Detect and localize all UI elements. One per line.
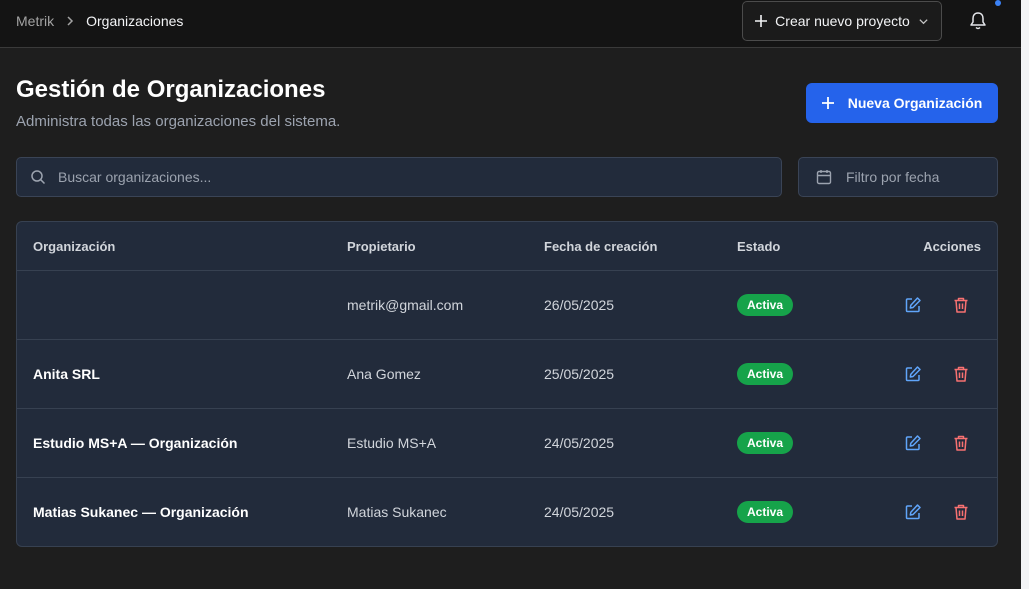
top-bar: Metrik Organizaciones Crear nuevo proyec… (0, 0, 1021, 48)
edit-icon[interactable] (904, 434, 922, 452)
search-input[interactable] (58, 169, 781, 185)
organization-name: Anita SRL (33, 366, 100, 382)
breadcrumb-root-link[interactable]: Metrik (16, 13, 54, 29)
date-cell: 24/05/2025 (544, 504, 615, 520)
trash-icon[interactable] (952, 434, 970, 452)
chevron-right-icon (64, 15, 76, 27)
date-cell: 25/05/2025 (544, 366, 615, 382)
status-badge: Activa (737, 501, 794, 523)
date-cell: 24/05/2025 (544, 435, 615, 451)
column-header-owner: Propietario (347, 239, 416, 254)
date-filter-input[interactable] (846, 169, 997, 185)
table-row: Matias Sukanec — Organización Matias Suk… (17, 478, 997, 546)
table-row: metrik@gmail.com 26/05/2025 Activa (17, 271, 997, 340)
status-badge: Activa (737, 432, 794, 454)
status-badge: Activa (737, 363, 794, 385)
chevron-down-icon (918, 16, 929, 27)
table-header: Organización Propietario Fecha de creaci… (17, 222, 997, 271)
table-row: Estudio MS+A — Organización Estudio MS+A… (17, 409, 997, 478)
plus-icon (821, 97, 834, 109)
notification-dot (995, 0, 1001, 6)
bell-icon[interactable] (969, 11, 987, 31)
owner-cell: Matias Sukanec (347, 504, 447, 520)
date-filter[interactable] (798, 157, 998, 197)
column-header-actions: Acciones (923, 239, 981, 254)
new-organization-label: Nueva Organización (847, 95, 983, 111)
plus-icon (755, 15, 768, 27)
page-subtitle: Administra todas las organizaciones del … (16, 113, 341, 130)
edit-icon[interactable] (904, 503, 922, 521)
owner-cell: metrik@gmail.com (347, 297, 464, 313)
column-header-organization: Organización (33, 239, 116, 254)
organizations-table: Organización Propietario Fecha de creaci… (16, 221, 998, 547)
status-badge: Activa (737, 294, 794, 316)
breadcrumb: Metrik Organizaciones (16, 13, 183, 29)
owner-cell: Estudio MS+A (347, 435, 437, 451)
table-row: Anita SRL Ana Gomez 25/05/2025 Activa (17, 340, 997, 409)
column-header-status: Estado (737, 239, 781, 254)
create-project-button[interactable]: Crear nuevo proyecto (742, 1, 942, 41)
date-cell: 26/05/2025 (544, 297, 615, 313)
search-icon (30, 169, 46, 185)
trash-icon[interactable] (952, 365, 970, 383)
organization-name: Estudio MS+A — Organización (33, 435, 238, 451)
new-organization-button[interactable]: Nueva Organización (806, 83, 998, 123)
page-title: Gestión de Organizaciones (16, 76, 326, 103)
scrollbar[interactable] (1021, 0, 1029, 589)
trash-icon[interactable] (952, 503, 970, 521)
organization-name: Matias Sukanec — Organización (33, 504, 249, 520)
trash-icon[interactable] (952, 296, 970, 314)
edit-icon[interactable] (904, 296, 922, 314)
search-box (16, 157, 782, 197)
create-project-label: Crear nuevo proyecto (775, 13, 910, 29)
owner-cell: Ana Gomez (347, 366, 421, 382)
column-header-created-date: Fecha de creación (544, 239, 658, 254)
calendar-icon (816, 169, 832, 185)
breadcrumb-current: Organizaciones (86, 13, 184, 29)
edit-icon[interactable] (904, 365, 922, 383)
